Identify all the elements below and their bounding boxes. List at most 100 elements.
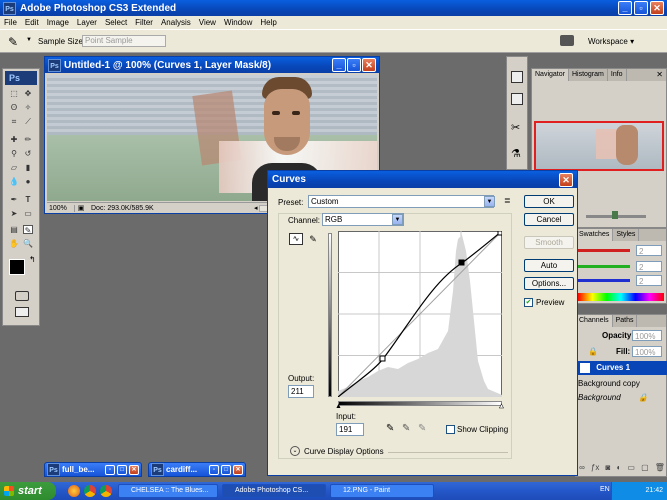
path-selection-icon[interactable]: ➤ <box>9 209 19 218</box>
opacity-field[interactable]: 100% <box>632 330 662 341</box>
minimize-icon[interactable]: ▫ <box>209 464 219 475</box>
notes-tool-icon[interactable]: ▤ <box>9 225 19 234</box>
zoom-tool-icon[interactable]: 🔍 <box>23 239 33 248</box>
channel-dropdown-icon[interactable]: ▼ <box>392 214 403 225</box>
shape-tool-icon[interactable]: ▭ <box>23 209 33 218</box>
close-icon[interactable]: ✕ <box>233 464 243 475</box>
swap-colors-icon[interactable]: ↰ <box>29 255 36 264</box>
navigator-thumbnail[interactable] <box>534 121 664 171</box>
link-layers-icon[interactable]: ∞ <box>579 463 585 475</box>
tab-paths[interactable]: Paths <box>613 315 638 327</box>
delete-layer-icon[interactable]: 🗑 <box>655 463 665 475</box>
auto-button[interactable]: Auto <box>524 259 574 272</box>
tab-navigator[interactable]: Navigator <box>532 69 569 81</box>
minimized-window-full-be[interactable]: Ps full_be... ▫ □ ✕ <box>44 462 142 477</box>
options-button[interactable]: Options... <box>524 277 574 290</box>
preset-options-icon[interactable]: ≣ <box>504 196 511 205</box>
sample-size-select[interactable]: Point Sample <box>82 35 166 47</box>
doc-minimize-icon[interactable]: _ <box>332 58 346 72</box>
adjustment-layer-icon[interactable]: ◐ <box>616 463 621 475</box>
black-point-eyedropper-icon[interactable]: ✎ <box>386 423 394 434</box>
tab-swatches[interactable]: Swatches <box>576 229 614 241</box>
minimize-icon[interactable]: _ <box>618 1 632 15</box>
pencil-tool-icon[interactable]: ✎ <box>306 233 320 245</box>
history-brush-icon[interactable]: ↺ <box>23 149 33 158</box>
tab-channels[interactable]: Channels <box>576 315 613 327</box>
color-value-g[interactable]: 2 <box>636 261 662 272</box>
workspace-button[interactable]: Workspace ▾ <box>588 37 634 46</box>
preset-dropdown-icon[interactable]: ▼ <box>484 196 495 207</box>
firefox-icon[interactable] <box>68 485 80 497</box>
ok-button[interactable]: OK <box>524 195 574 208</box>
color-slider-green[interactable] <box>578 265 630 268</box>
slice-tool-icon[interactable]: ⟋ <box>23 117 33 126</box>
close-icon[interactable]: ✕ <box>650 1 664 15</box>
close-icon[interactable]: ✕ <box>129 464 139 475</box>
curve-point-endpoint[interactable] <box>497 231 502 236</box>
tab-histogram[interactable]: Histogram <box>569 69 608 81</box>
move-tool-icon[interactable]: ✥ <box>23 89 33 98</box>
curves-graph[interactable] <box>338 231 502 397</box>
white-point-eyedropper-icon[interactable]: ✎ <box>418 423 426 434</box>
new-group-icon[interactable]: ▭ <box>627 463 635 475</box>
menu-view[interactable]: View <box>195 18 220 27</box>
gray-point-eyedropper-icon[interactable]: ✎ <box>402 423 410 434</box>
eraser-tool-icon[interactable]: ▱ <box>9 163 19 172</box>
dodge-tool-icon[interactable]: ● <box>23 177 33 186</box>
language-indicator[interactable]: EN <box>600 486 610 493</box>
panel-close-icon[interactable]: ✕ <box>656 69 666 81</box>
start-button[interactable]: start <box>0 482 56 500</box>
layer-row-curves[interactable]: Curves 1 <box>576 361 667 375</box>
layer-row-background-copy[interactable]: Background copy <box>576 377 667 391</box>
minimized-window-cardiff[interactable]: Ps cardiff... ▫ □ ✕ <box>148 462 246 477</box>
preview-checkbox[interactable]: ✔ <box>524 298 533 307</box>
menu-window[interactable]: Window <box>220 18 256 27</box>
color-spectrum[interactable] <box>578 293 664 301</box>
menu-file[interactable]: File <box>0 18 21 27</box>
white-point-slider-icon[interactable]: ▲ <box>498 403 505 411</box>
gradient-tool-icon[interactable]: ▮ <box>23 163 33 172</box>
curve-point-selected[interactable] <box>458 259 465 266</box>
workspace-icon[interactable] <box>560 35 574 46</box>
smooth-button[interactable]: Smooth <box>524 236 574 249</box>
color-value-r[interactable]: 2 <box>636 245 662 256</box>
layer-style-icon[interactable]: ƒx <box>591 463 599 475</box>
tab-info[interactable]: Info <box>608 69 627 81</box>
maximize-icon[interactable]: □ <box>221 464 231 475</box>
marquee-tool-icon[interactable]: ⬚ <box>9 89 19 98</box>
input-field[interactable]: 191 <box>336 423 364 436</box>
screen-mode-icon[interactable] <box>15 307 29 317</box>
lasso-tool-icon[interactable]: ʘ <box>9 103 19 112</box>
expand-options-icon[interactable]: ⌄ <box>290 446 300 456</box>
scroll-left-icon[interactable]: ◂ <box>252 204 260 212</box>
color-slider-blue[interactable] <box>578 279 630 282</box>
maximize-icon[interactable]: □ <box>117 464 127 475</box>
color-slider-red[interactable] <box>578 249 630 252</box>
brush-tool-icon[interactable]: ✏ <box>23 135 33 144</box>
lock-icon[interactable]: 🔒 <box>588 347 598 356</box>
add-mask-icon[interactable]: ◙ <box>605 463 610 475</box>
color-value-b[interactable]: 2 <box>636 275 662 286</box>
doc-close-icon[interactable]: ✕ <box>362 58 376 72</box>
new-layer-icon[interactable]: ▢ <box>641 463 649 475</box>
fill-field[interactable]: 100% <box>632 346 662 357</box>
eyedropper-tool-icon[interactable]: ✎ <box>23 225 33 235</box>
cancel-button[interactable]: Cancel <box>524 213 574 226</box>
task-photoshop[interactable]: Adobe Photoshop CS... <box>222 484 326 498</box>
crop-tool-icon[interactable]: ⌗ <box>9 117 19 126</box>
restore-icon[interactable]: ▫ <box>634 1 648 15</box>
layer-visibility-icon[interactable] <box>580 362 590 373</box>
chrome-icon[interactable] <box>84 485 96 497</box>
hand-tool-icon[interactable]: ✋ <box>9 239 19 248</box>
chrome-icon[interactable] <box>100 485 112 497</box>
curve-point-tool-icon[interactable]: ∿ <box>289 233 303 245</box>
actions-panel-icon[interactable] <box>511 93 523 105</box>
curves-close-icon[interactable]: ✕ <box>559 172 573 187</box>
clone-stamp-icon[interactable]: ⚲ <box>9 149 19 158</box>
task-chelsea[interactable]: CHELSEA :: The Blues... <box>118 484 218 498</box>
menu-help[interactable]: Help <box>256 18 280 27</box>
black-point-slider-icon[interactable]: ▲ <box>335 403 342 410</box>
curve-point[interactable] <box>379 355 386 362</box>
layer-row-background[interactable]: Background 🔒 <box>576 391 667 405</box>
menu-filter[interactable]: Filter <box>131 18 157 27</box>
